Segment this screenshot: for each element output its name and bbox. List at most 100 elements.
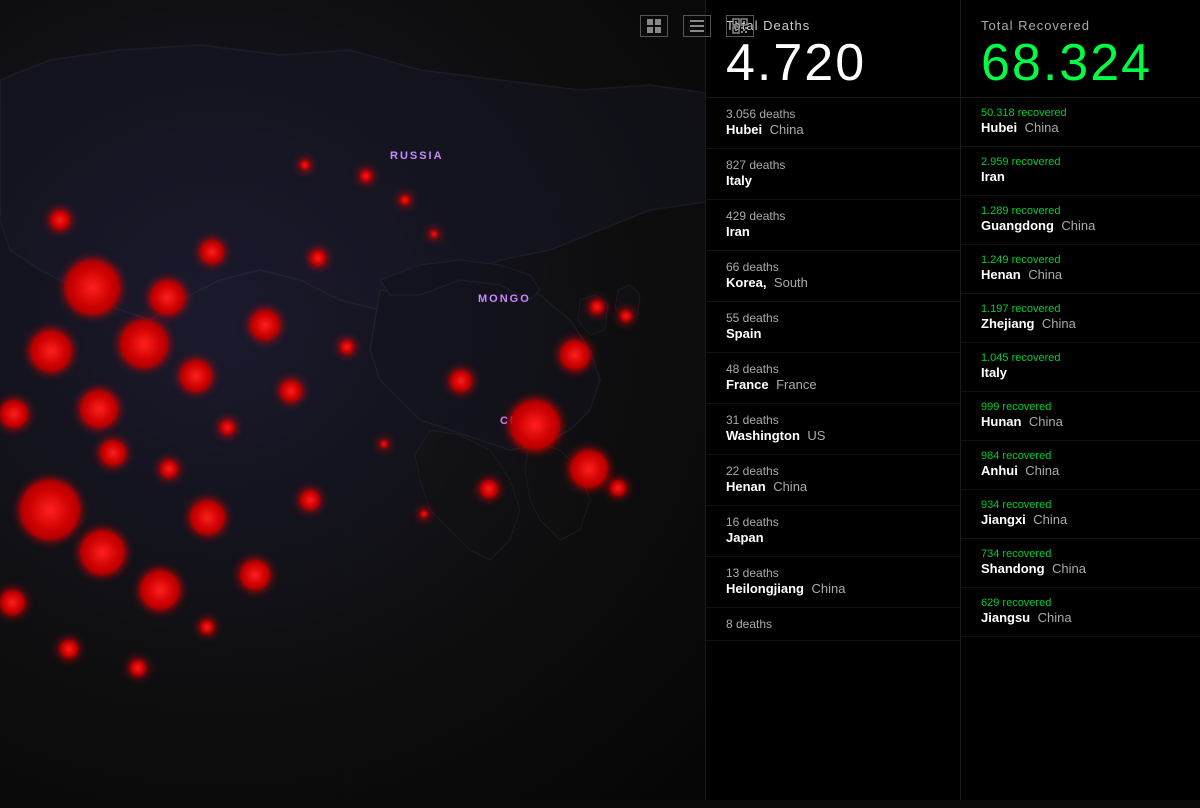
death-list-item: 429 deaths Iran <box>706 200 960 251</box>
death-location: Spain <box>726 325 940 343</box>
death-list-item: 55 deaths Spain <box>706 302 960 353</box>
death-count: 16 deaths <box>726 515 940 529</box>
qr-icon[interactable] <box>726 15 754 37</box>
death-count: 8 deaths <box>726 617 940 631</box>
death-count: 55 deaths <box>726 311 940 325</box>
outbreak-dot <box>80 530 125 575</box>
recovered-count: 734 recovered <box>981 548 1180 560</box>
recovered-title: Total Recovered <box>981 18 1180 33</box>
outbreak-dot <box>240 560 270 590</box>
outbreak-dot <box>300 160 310 170</box>
death-list-item: 8 deaths <box>706 608 960 641</box>
recovered-count: 1.045 recovered <box>981 352 1180 364</box>
outbreak-dot <box>100 440 126 466</box>
deaths-panel: Total Deaths 4.720 3.056 deaths Hubei Ch… <box>705 0 960 800</box>
death-location: Heilongjiang China <box>726 580 940 598</box>
outbreak-dot <box>160 460 178 478</box>
death-location: Henan China <box>726 478 940 496</box>
outbreak-dot <box>80 390 118 428</box>
map-container: RUSSIA MONGO CHINA <box>0 0 730 800</box>
outbreak-dot <box>590 300 604 314</box>
outbreak-dot <box>180 360 212 392</box>
outbreak-dot <box>340 340 354 354</box>
outbreak-dot <box>280 380 302 402</box>
outbreak-dot <box>220 420 235 435</box>
recovered-list: 50.318 recovered Hubei China 2.959 recov… <box>961 98 1200 808</box>
recovered-list-item: 50.318 recovered Hubei China <box>961 98 1200 147</box>
recovered-location: Hubei China <box>981 119 1180 137</box>
list-icon[interactable] <box>683 15 711 37</box>
recovered-location: Henan China <box>981 266 1180 284</box>
death-list-item: 827 deaths Italy <box>706 149 960 200</box>
recovered-location: Jiangxi China <box>981 511 1180 529</box>
deaths-title: Total Deaths <box>726 18 940 33</box>
recovered-location: Hunan China <box>981 413 1180 431</box>
outbreak-dot <box>360 170 372 182</box>
icons-bar <box>640 15 754 37</box>
outbreak-dot <box>0 400 28 428</box>
death-list-item: 48 deaths France France <box>706 353 960 404</box>
outbreak-dot <box>450 370 472 392</box>
outbreak-dot <box>310 250 326 266</box>
outbreak-dot <box>50 210 70 230</box>
outbreak-dot <box>200 240 224 264</box>
outbreak-dot <box>20 480 80 540</box>
grid-icon[interactable] <box>640 15 668 37</box>
outbreak-dot <box>200 620 214 634</box>
death-list-item: 31 deaths Washington US <box>706 404 960 455</box>
death-list-item: 13 deaths Heilongjiang China <box>706 557 960 608</box>
deaths-total: 4.720 <box>726 37 940 89</box>
outbreak-dot <box>400 195 410 205</box>
recovered-header: Total Recovered 68.324 <box>961 0 1200 98</box>
recovered-count: 984 recovered <box>981 450 1180 462</box>
outbreak-dot <box>480 480 498 498</box>
death-location: Iran <box>726 223 940 241</box>
recovered-total: 68.324 <box>981 37 1180 89</box>
outbreak-dot <box>30 330 72 372</box>
recovered-count: 50.318 recovered <box>981 107 1180 119</box>
death-list-item: 66 deaths Korea, South <box>706 251 960 302</box>
recovered-panel: Total Recovered 68.324 50.318 recovered … <box>960 0 1200 800</box>
outbreak-dot <box>130 660 146 676</box>
outbreak-dot <box>510 400 560 450</box>
recovered-count: 629 recovered <box>981 597 1180 609</box>
death-location: Korea, South <box>726 274 940 292</box>
recovered-count: 1.197 recovered <box>981 303 1180 315</box>
recovered-location: Jiangsu China <box>981 609 1180 627</box>
death-count: 22 deaths <box>726 464 940 478</box>
death-count: 31 deaths <box>726 413 940 427</box>
outbreak-dot <box>570 450 608 488</box>
death-list-item: 16 deaths Japan <box>706 506 960 557</box>
outbreak-dot <box>120 320 168 368</box>
death-location: France France <box>726 376 940 394</box>
recovered-list-item: 1.249 recovered Henan China <box>961 245 1200 294</box>
outbreak-dot <box>250 310 280 340</box>
recovered-location: Zhejiang China <box>981 315 1180 333</box>
death-list-item: 22 deaths Henan China <box>706 455 960 506</box>
death-list-item: 3.056 deaths Hubei China <box>706 98 960 149</box>
recovered-location: Shandong China <box>981 560 1180 578</box>
recovered-count: 1.289 recovered <box>981 205 1180 217</box>
deaths-list: 3.056 deaths Hubei China 827 deaths Ital… <box>706 98 960 808</box>
recovered-list-item: 934 recovered Jiangxi China <box>961 490 1200 539</box>
outbreak-dot <box>620 310 632 322</box>
outbreak-dot <box>0 590 25 615</box>
recovered-list-item: 1.045 recovered Italy <box>961 343 1200 392</box>
death-count: 66 deaths <box>726 260 940 274</box>
outbreak-dot <box>430 230 438 238</box>
recovered-list-item: 734 recovered Shandong China <box>961 539 1200 588</box>
outbreak-dot <box>380 440 388 448</box>
death-location: Hubei China <box>726 121 940 139</box>
recovered-list-item: 984 recovered Anhui China <box>961 441 1200 490</box>
death-location: Washington US <box>726 427 940 445</box>
outbreak-dot <box>420 510 428 518</box>
death-count: 48 deaths <box>726 362 940 376</box>
outbreak-dot <box>65 260 120 315</box>
outbreak-dot <box>610 480 626 496</box>
recovered-count: 999 recovered <box>981 401 1180 413</box>
outbreak-dot <box>150 280 185 315</box>
outbreak-dot <box>190 500 225 535</box>
outbreak-dot <box>60 640 78 658</box>
recovered-list-item: 999 recovered Hunan China <box>961 392 1200 441</box>
recovered-list-item: 1.197 recovered Zhejiang China <box>961 294 1200 343</box>
